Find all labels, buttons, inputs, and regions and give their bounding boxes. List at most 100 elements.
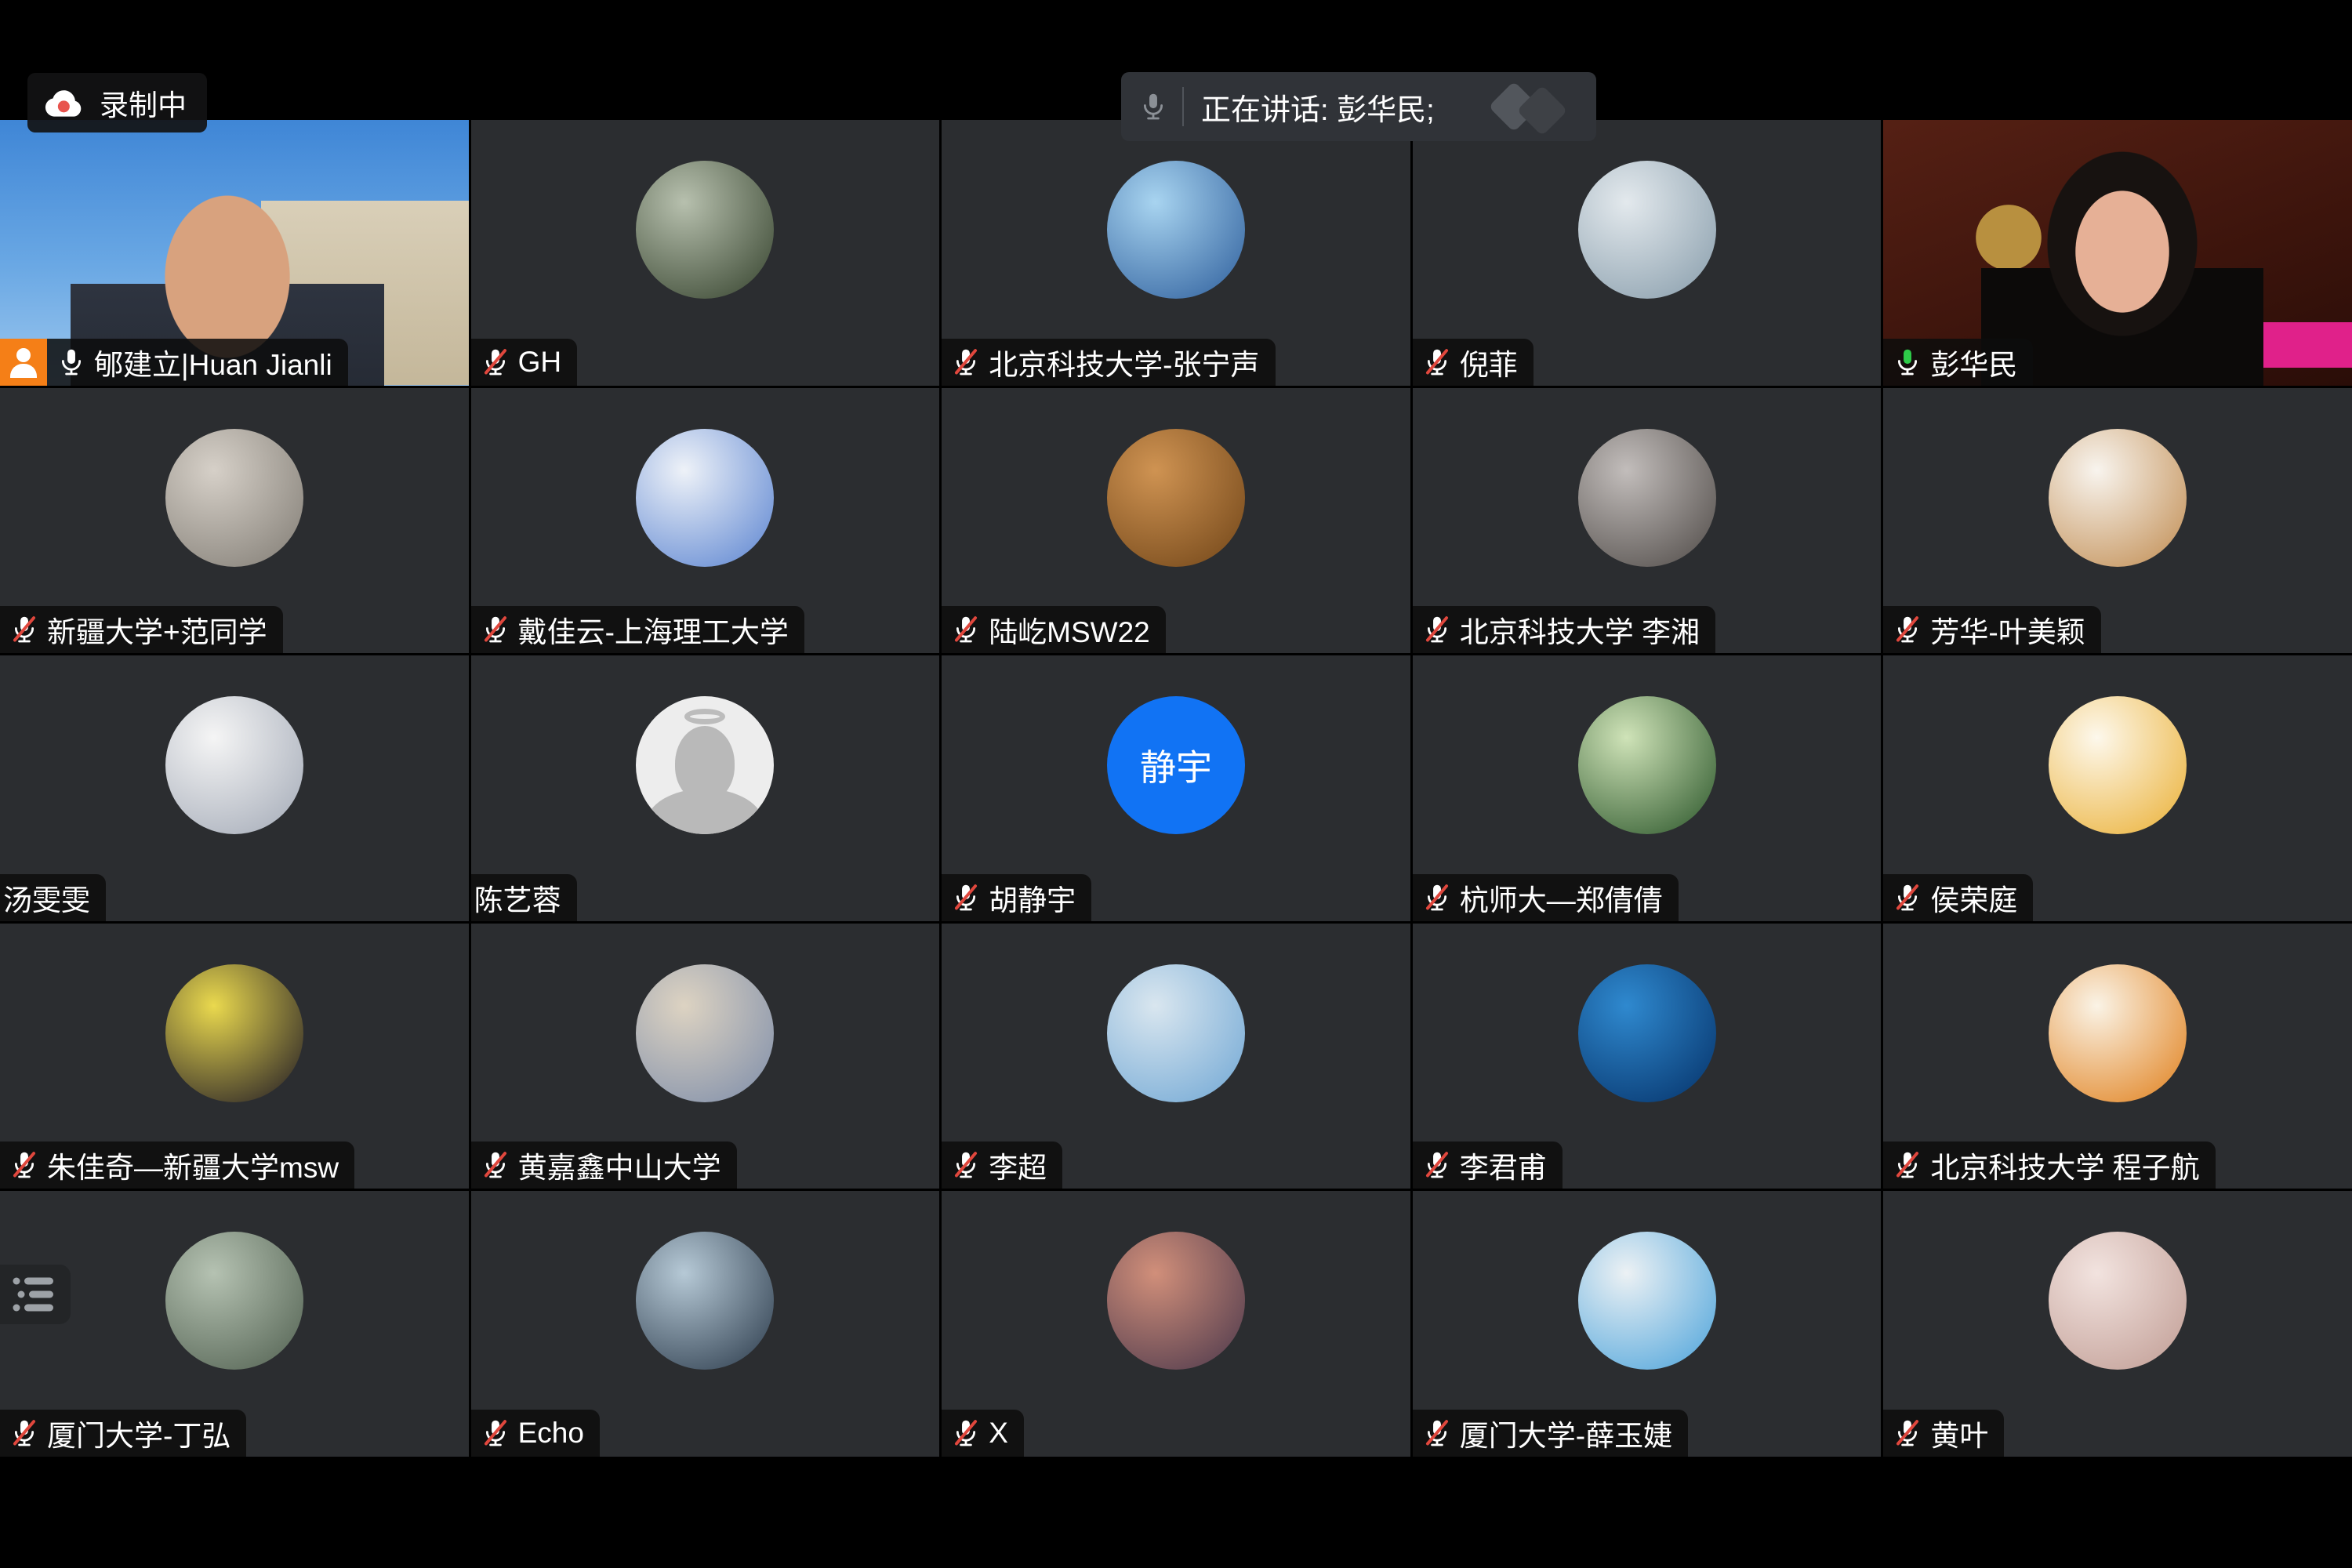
mic-status-icon (1424, 612, 1450, 647)
participant-tile-17[interactable]: 黄嘉鑫中山大学 (471, 924, 940, 1189)
participant-name: 新疆大学+范同学 (47, 608, 267, 651)
participant-tile-4[interactable]: 倪菲 (1413, 120, 1882, 386)
participant-avatar (165, 1232, 303, 1370)
participant-tile-5[interactable]: 彭华民 (1883, 120, 2352, 386)
mic-status-icon (1424, 345, 1450, 379)
recording-indicator[interactable]: 录制中 (27, 73, 207, 132)
participant-tile-11[interactable]: 汤雯雯 (0, 655, 469, 921)
mic-status-icon (1894, 1416, 1921, 1450)
participant-tile-12[interactable]: 陈艺蓉 (471, 655, 940, 921)
participant-tile-23[interactable]: X (942, 1191, 1410, 1457)
participant-name-row: 倪菲 (1413, 339, 1534, 386)
participant-tile-19[interactable]: 李君甫 (1413, 924, 1882, 1189)
participant-name-row: 北京科技大学-张宁声 (942, 339, 1275, 386)
mic-status-icon (58, 345, 85, 379)
participant-name: 杭师大—郑倩倩 (1460, 877, 1663, 919)
participant-name-row: Echo (471, 1410, 600, 1457)
participant-tile-21[interactable]: 厦门大学-丁弘 (0, 1191, 469, 1457)
participant-name: 陈艺蓉 (474, 877, 561, 919)
participant-name: 黄叶 (1930, 1412, 1988, 1454)
participant-tile-14[interactable]: 杭师大—郑倩倩 (1413, 655, 1882, 921)
participant-tile-9[interactable]: 北京科技大学 李湘 (1413, 388, 1882, 654)
participant-name: 芳华-叶美颖 (1930, 608, 2085, 651)
divider (1182, 87, 1184, 126)
participant-avatar (2049, 1232, 2187, 1370)
participant-tile-16[interactable]: 朱佳奇—新疆大学msw (0, 924, 469, 1189)
participant-name-row: 李超 (942, 1142, 1062, 1189)
participant-tile-3[interactable]: 北京科技大学-张宁声 (942, 120, 1410, 386)
participant-name: 陆屹MSW22 (989, 608, 1150, 651)
meeting-window: 录制中 正在讲话: 彭华民; (0, 0, 2352, 1568)
participant-name: 胡静宇 (989, 877, 1076, 919)
participant-avatar (165, 696, 303, 834)
participant-name: GH (518, 346, 562, 379)
participant-grid: 郇建立|Huan Jianli GH (0, 120, 2352, 1457)
speaking-now-text: 正在讲话: 彭华民; (1201, 85, 1435, 129)
mic-status-icon (482, 345, 509, 379)
participant-tile-20[interactable]: 北京科技大学 程子航 (1883, 924, 2352, 1189)
participant-name: 厦门大学-薛玉婕 (1460, 1412, 1672, 1454)
participant-avatar (1578, 161, 1716, 299)
mic-status-icon (953, 1148, 979, 1182)
participant-tile-6[interactable]: 新疆大学+范同学 (0, 388, 469, 654)
participant-tile-1[interactable]: 郇建立|Huan Jianli (0, 120, 469, 386)
participant-tile-22[interactable]: Echo (471, 1191, 940, 1457)
participant-name-row: 戴佳云-上海理工大学 (471, 606, 804, 653)
mic-status-icon (953, 345, 979, 379)
participant-tile-24[interactable]: 厦门大学-薛玉婕 (1413, 1191, 1882, 1457)
participant-name-row: 陆屹MSW22 (942, 606, 1166, 653)
participant-name: 厦门大学-丁弘 (47, 1412, 230, 1454)
participant-avatar (165, 429, 303, 567)
participant-avatar (1578, 964, 1716, 1102)
participant-name-row: 侯荣庭 (1883, 874, 2033, 921)
participant-name-row: 陈艺蓉 (471, 874, 577, 921)
active-speaker-banner: 正在讲话: 彭华民; (1121, 72, 1596, 141)
participant-name-row: 朱佳奇—新疆大学msw (0, 1142, 354, 1189)
mic-status-icon (953, 880, 979, 915)
participant-name-row: 胡静宇 (942, 874, 1091, 921)
participants-list-toggle[interactable] (0, 1265, 71, 1324)
mic-status-icon (1424, 1148, 1450, 1182)
host-badge-icon (0, 339, 47, 386)
participant-name-row: 厦门大学-丁弘 (0, 1410, 246, 1457)
participant-name: 黄嘉鑫中山大学 (518, 1144, 721, 1186)
participant-name-row: 汤雯雯 (0, 874, 106, 921)
mic-status-icon (11, 612, 38, 647)
participant-name-row: 黄嘉鑫中山大学 (471, 1142, 737, 1189)
mic-status-icon (1424, 880, 1450, 915)
participant-avatar (636, 161, 774, 299)
participant-name: 彭华民 (1930, 341, 2017, 383)
participants-list-icon (11, 1274, 58, 1315)
mic-status-icon (11, 1148, 38, 1182)
participant-name: 北京科技大学 程子航 (1930, 1144, 2199, 1186)
participant-tile-7[interactable]: 戴佳云-上海理工大学 (471, 388, 940, 654)
mic-status-icon (1894, 345, 1921, 379)
participant-tile-15[interactable]: 侯荣庭 (1883, 655, 2352, 921)
mic-status-icon (1894, 612, 1921, 647)
mic-status-icon (953, 612, 979, 647)
participant-tile-8[interactable]: 陆屹MSW22 (942, 388, 1410, 654)
participant-avatar (1578, 429, 1716, 567)
participant-name-row: 李君甫 (1413, 1142, 1563, 1189)
participant-name-row: 杭师大—郑倩倩 (1413, 874, 1679, 921)
participant-tile-18[interactable]: 李超 (942, 924, 1410, 1189)
participant-avatar: 静宇 (1107, 696, 1245, 834)
participant-tile-25[interactable]: 黄叶 (1883, 1191, 2352, 1457)
participant-name: 北京科技大学 李湘 (1460, 608, 1700, 651)
participant-name-row: GH (471, 339, 578, 386)
participant-avatar (1107, 429, 1245, 567)
participant-name-row: 彭华民 (1883, 339, 2033, 386)
mic-status-icon (953, 1416, 979, 1450)
participant-tile-2[interactable]: GH (471, 120, 940, 386)
participant-name-row: 芳华-叶美颖 (1883, 606, 2100, 653)
participant-name: 戴佳云-上海理工大学 (518, 608, 789, 651)
participant-avatar (2049, 964, 2187, 1102)
mic-status-icon (1894, 1148, 1921, 1182)
mic-status-icon (482, 612, 509, 647)
participant-name: 朱佳奇—新疆大学msw (47, 1144, 339, 1186)
participant-tile-10[interactable]: 芳华-叶美颖 (1883, 388, 2352, 654)
participant-name: 北京科技大学-张宁声 (989, 341, 1259, 383)
recording-label: 录制中 (100, 82, 187, 124)
participant-tile-13[interactable]: 静宇 胡静宇 (942, 655, 1410, 921)
participant-name: 倪菲 (1460, 341, 1518, 383)
